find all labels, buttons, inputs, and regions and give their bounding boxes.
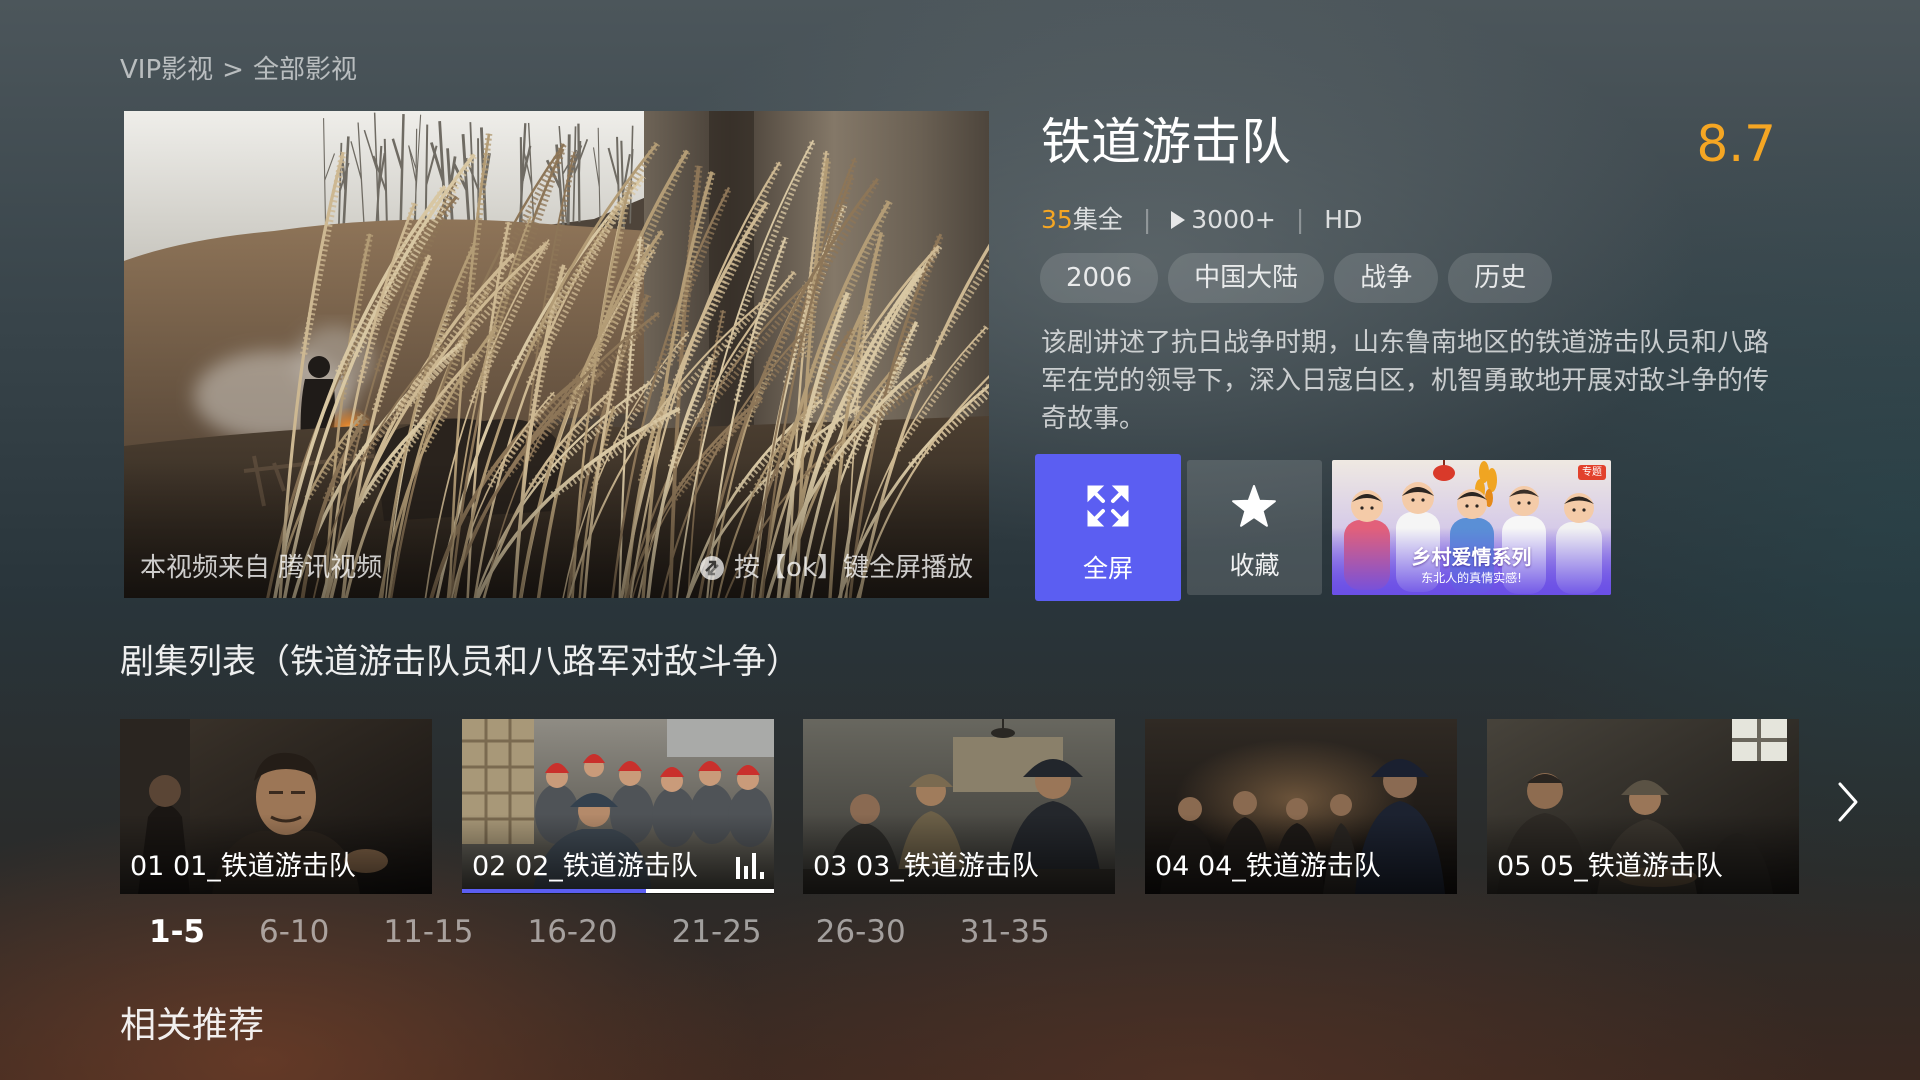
video-source-text: 本视频来自 腾讯视频 xyxy=(140,553,383,583)
show-rating: 8.7 xyxy=(1696,115,1776,173)
chevron-right-icon[interactable] xyxy=(1836,780,1860,824)
play-count: 3000+ xyxy=(1171,203,1276,237)
episode-label: 05 05_铁道游击队 xyxy=(1497,851,1723,882)
expand-icon xyxy=(1087,485,1129,527)
video-preview[interactable]: 本视频来自 腾讯视频 按【ok】键全屏播放 xyxy=(124,111,989,598)
star-icon xyxy=(1232,485,1276,527)
fullscreen-hint-text: 按【ok】键全屏播放 xyxy=(734,553,973,583)
breadcrumb-separator: > xyxy=(222,55,244,85)
episode-info: 35集全 xyxy=(1041,203,1123,237)
episode-card-4[interactable]: 04 04_铁道游击队 xyxy=(1145,719,1457,894)
quality-badge: HD xyxy=(1324,205,1363,234)
episode-page-tabs: 1-5 6-10 11-15 16-20 21-25 26-30 31-35 xyxy=(149,912,1050,952)
favorite-label: 收藏 xyxy=(1229,551,1280,580)
promo-subtitle: 东北人的真情实感! xyxy=(1421,571,1522,585)
equalizer-icon xyxy=(736,853,764,879)
video-frame xyxy=(124,111,989,598)
episode-label: 01 01_铁道游击队 xyxy=(130,851,356,882)
episode-label: 04 04_铁道游击队 xyxy=(1155,851,1381,882)
episode-status: 集全 xyxy=(1072,205,1123,234)
page-tab-21-25[interactable]: 21-25 xyxy=(672,912,762,952)
tag-list: 2006 中国大陆 战争 历史 xyxy=(1040,253,1553,303)
episode-card-1[interactable]: 01 01_铁道游击队 xyxy=(120,719,432,894)
page-tab-16-20[interactable]: 16-20 xyxy=(527,912,617,952)
tag-year: 2006 xyxy=(1040,253,1159,303)
tag-genre-war: 战争 xyxy=(1334,253,1439,303)
breadcrumb-root[interactable]: VIP影视 xyxy=(120,52,213,88)
show-meta: 35集全 | 3000+ | HD xyxy=(1041,203,1362,237)
tag-region: 中国大陆 xyxy=(1168,253,1325,303)
fullscreen-label: 全屏 xyxy=(1082,554,1133,583)
episode-label: 02 02_铁道游击队 xyxy=(472,851,698,882)
bottom-shade xyxy=(124,111,989,598)
episode-label: 03 03_铁道游击队 xyxy=(813,851,1039,882)
page-tab-31-35[interactable]: 31-35 xyxy=(960,912,1050,952)
page-tab-1-5[interactable]: 1-5 xyxy=(149,912,205,952)
episode-progress-track xyxy=(462,889,774,893)
play-count-value: 3000+ xyxy=(1191,205,1276,234)
show-title: 铁道游击队 xyxy=(1041,113,1291,171)
meta-separator: | xyxy=(1295,205,1305,234)
episode-card-3[interactable]: 03 03_铁道游击队 xyxy=(803,719,1115,894)
page-tab-11-15[interactable]: 11-15 xyxy=(383,912,473,952)
meta-separator: | xyxy=(1142,205,1152,234)
promo-title: 乡村爱情系列 xyxy=(1411,545,1532,569)
fullscreen-button[interactable]: 全屏 xyxy=(1035,454,1181,601)
episode-section-title: 剧集列表（铁道游击队员和八路军对敌斗争） xyxy=(120,642,800,682)
episode-progress-fill xyxy=(462,889,647,893)
episode-count: 35 xyxy=(1041,205,1073,234)
related-section-title: 相关推荐 xyxy=(120,1005,265,1046)
episode-card-5[interactable]: 05 05_铁道游击队 xyxy=(1487,719,1799,894)
fullscreen-hint-icon xyxy=(700,556,725,580)
show-description: 该剧讲述了抗日战争时期，山东鲁南地区的铁道游击队员和八路军在党的领导下，深入日寇… xyxy=(1041,328,1770,434)
fullscreen-hint: 按【ok】键全屏播放 xyxy=(698,550,973,586)
page-tab-6-10[interactable]: 6-10 xyxy=(259,912,329,952)
favorite-button[interactable]: 收藏 xyxy=(1187,460,1322,595)
breadcrumb: VIP影视 > 全部影视 xyxy=(120,52,357,88)
play-icon xyxy=(1171,211,1186,229)
promo-badge: 专题 xyxy=(1582,467,1602,478)
page-tab-26-30[interactable]: 26-30 xyxy=(816,912,906,952)
breadcrumb-current: 全部影视 xyxy=(252,55,357,85)
episode-card-2[interactable]: 02 02_铁道游击队 xyxy=(462,719,774,894)
promo-banner[interactable]: 专题 乡村爱情系列 东北人的真情实感! xyxy=(1332,460,1611,595)
tag-genre-history: 历史 xyxy=(1448,253,1553,303)
